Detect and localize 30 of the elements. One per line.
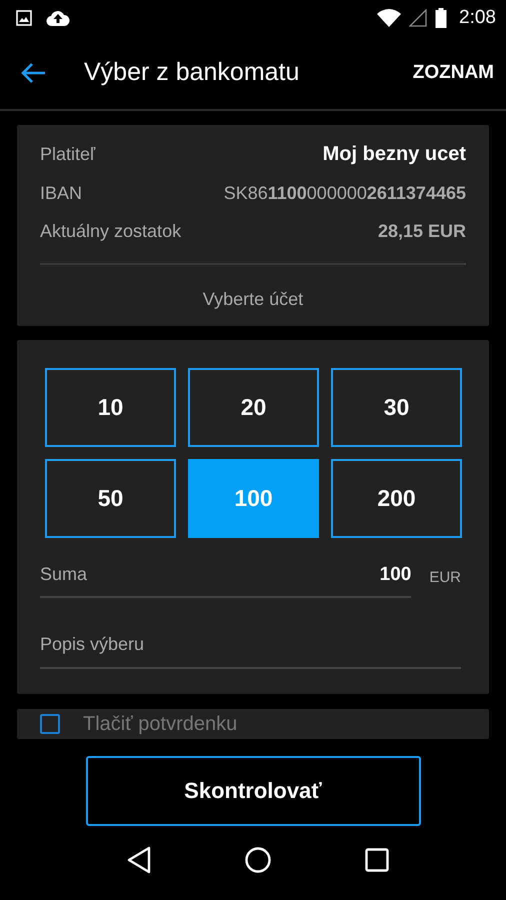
field-label: Aktuálny zostatok [40, 221, 182, 242]
amount-option[interactable]: 50 [45, 459, 176, 538]
check-button[interactable]: Skontrolovať [86, 756, 420, 826]
field-value: 28,15 EUR [378, 221, 466, 242]
screen-title: Výber z bankomatu [84, 58, 300, 87]
recents-icon[interactable] [365, 848, 390, 872]
back-icon[interactable] [126, 846, 151, 874]
list-button[interactable]: ZOZNAM [412, 58, 494, 88]
field-value: Moj bezny ucet [322, 143, 466, 166]
amount-option[interactable]: 10 [45, 368, 176, 448]
checkbox[interactable] [40, 714, 60, 734]
field-label: Platiteľ [40, 144, 96, 166]
amount-option[interactable]: 20 [188, 368, 319, 448]
field-value: SK8611000000002611374465 [224, 183, 466, 204]
image-icon [16, 10, 32, 26]
back-arrow-icon[interactable] [20, 62, 46, 84]
cell-signal-icon [409, 8, 428, 27]
battery-icon [435, 8, 448, 28]
description-field[interactable]: Popis výberu [40, 618, 461, 670]
cloud-upload-icon [46, 8, 70, 27]
amount-option[interactable]: 30 [331, 368, 462, 448]
home-icon[interactable] [244, 846, 272, 874]
wifi-icon [377, 8, 402, 27]
field-label: IBAN [40, 183, 82, 204]
checkbox-label: Tlačiť potvrdenku [83, 712, 238, 736]
currency-label: EUR [429, 569, 461, 586]
amount-field[interactable]: Suma 100 [40, 556, 412, 598]
select-account-link[interactable]: Vyberte účet [194, 285, 312, 314]
amount-option[interactable]: 200 [331, 459, 462, 538]
clock-time: 2:08 [459, 6, 496, 29]
